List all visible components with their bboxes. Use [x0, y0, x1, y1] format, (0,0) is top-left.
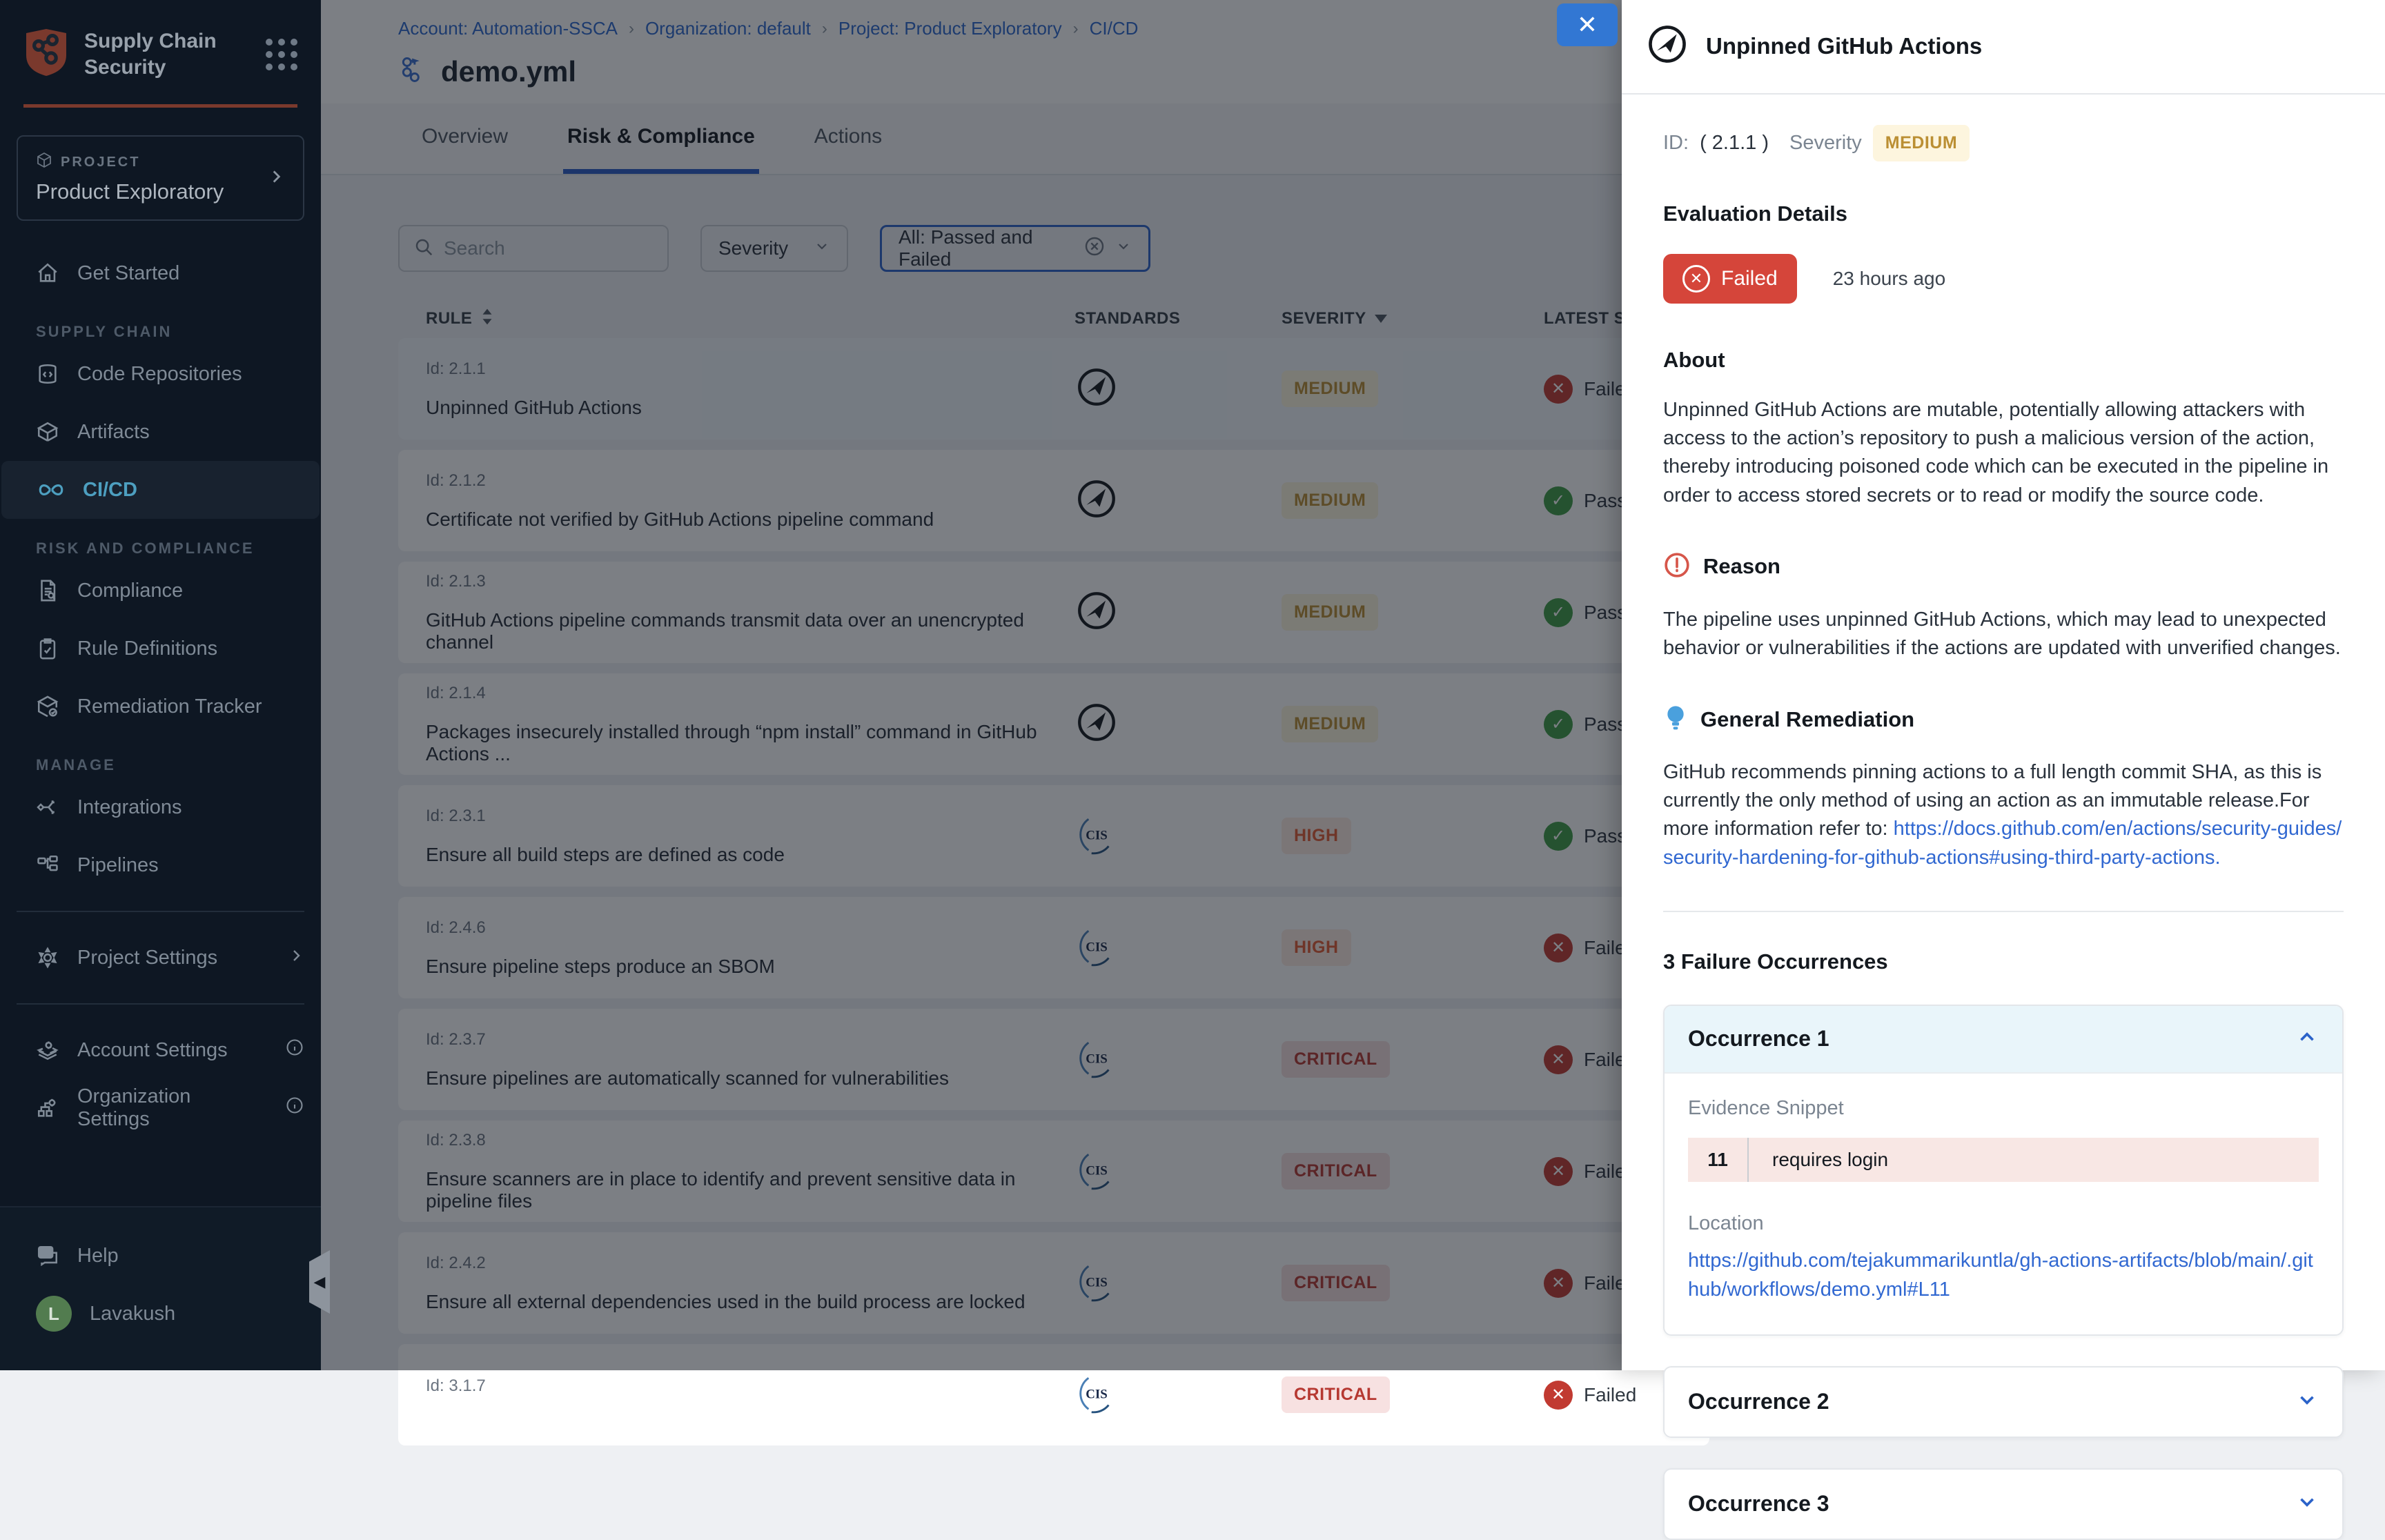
sidebar-item-compliance[interactable]: Compliance	[0, 562, 321, 620]
app-title: Supply Chain Security	[84, 28, 251, 80]
evidence-text: requires login	[1749, 1149, 1888, 1171]
remediation-text: GitHub recommends pinning actions to a f…	[1663, 758, 2344, 872]
chevron-up-icon[interactable]	[2295, 1025, 2319, 1052]
id-value: ( 2.1.1 )	[1700, 132, 1769, 155]
sidebar-item-label: CI/CD	[83, 479, 137, 502]
svg-text:CIS: CIS	[1086, 1387, 1108, 1401]
failed-icon: ✕	[1544, 1381, 1573, 1410]
sidebar-item-artifacts[interactable]: Artifacts	[0, 403, 321, 461]
evidence-snippet-row: 11 requires login	[1688, 1138, 2319, 1182]
sidebar-section-risk-compliance: RISK AND COMPLIANCE	[36, 540, 321, 557]
sidebar-item-project-settings[interactable]: Project Settings	[0, 929, 321, 987]
supply-chain-shield-logo	[23, 28, 69, 81]
evidence-line-number: 11	[1688, 1138, 1749, 1182]
sidebar-item-label: Rule Definitions	[77, 638, 217, 660]
sidebar-item-label: Get Started	[77, 262, 179, 285]
sidebar-item-label: Compliance	[77, 580, 183, 602]
sidebar-item-help[interactable]: ? Help	[0, 1227, 321, 1285]
sidebar-section-supply-chain: SUPPLY CHAIN	[36, 323, 321, 341]
occurrence-3-card: Occurrence 3	[1663, 1468, 2344, 1540]
sidebar-item-label: Artifacts	[77, 421, 150, 444]
avatar: L	[36, 1296, 72, 1332]
occurrence-2-header[interactable]: Occurrence 2	[1665, 1368, 2342, 1437]
sidebar-item-label: Pipelines	[77, 854, 159, 877]
lightbulb-icon	[1663, 704, 1688, 735]
rule-id-row: ID: ( 2.1.1 ) Severity MEDIUM	[1663, 125, 2344, 161]
sidebar-item-rule-definitions[interactable]: Rule Definitions	[0, 620, 321, 678]
status-label: Failed	[1721, 267, 1778, 290]
sidebar-item-label: Help	[77, 1245, 119, 1267]
project-name: Product Exploratory	[36, 179, 267, 204]
general-remediation-heading: General Remediation	[1700, 707, 1914, 732]
cube-icon	[36, 152, 52, 172]
drawer-title: Unpinned GitHub Actions	[1706, 33, 1982, 59]
module-grid-icon[interactable]	[266, 39, 297, 70]
sidebar-item-organization-settings[interactable]: Organization Settings	[0, 1079, 321, 1137]
reason-heading: Reason	[1703, 554, 1780, 579]
sidebar-divider	[17, 911, 304, 912]
cis-icon: CIS	[1074, 1406, 1119, 1418]
info-icon[interactable]	[285, 1096, 304, 1121]
occurrence-1-header[interactable]: Occurrence 1	[1665, 1006, 2342, 1072]
id-label: ID:	[1663, 132, 1689, 155]
chevron-right-icon	[288, 947, 304, 969]
x-circle-icon: ✕	[1682, 265, 1710, 293]
chevron-down-icon[interactable]	[2295, 1490, 2319, 1517]
severity-badge: CRITICAL	[1282, 1376, 1390, 1413]
sidebar-item-get-started[interactable]: Get Started	[0, 244, 321, 302]
svg-text:?: ?	[43, 1247, 48, 1258]
sidebar-item-label: Remediation Tracker	[77, 695, 262, 718]
sidebar-item-label: Code Repositories	[77, 363, 242, 386]
sidebar-bottom: ? Help L Lavakush	[0, 1206, 321, 1370]
sidebar-item-label: Account Settings	[77, 1039, 228, 1062]
occurrence-3-header[interactable]: Occurrence 3	[1665, 1470, 2342, 1539]
severity-badge: MEDIUM	[1873, 125, 1970, 161]
project-label: PROJECT	[61, 155, 140, 170]
sidebar: Supply Chain Security PROJECT Product Ex…	[0, 0, 321, 1370]
close-icon: ✕	[1577, 12, 1598, 37]
evaluation-details-heading: Evaluation Details	[1663, 201, 2344, 226]
location-link[interactable]: https://github.com/tejakummarikuntla/gh-…	[1688, 1246, 2319, 1304]
user-name: Lavakush	[90, 1303, 175, 1325]
rule-details-drawer: ✕ Unpinned GitHub Actions ID: ( 2.1.1 ) …	[1622, 0, 2385, 1370]
occurrence-1-card: Occurrence 1 Evidence Snippet 11 require…	[1663, 1005, 2344, 1336]
sidebar-divider	[17, 1003, 304, 1005]
about-heading: About	[1663, 348, 2344, 373]
sidebar-item-pipelines[interactable]: Pipelines	[0, 836, 321, 894]
close-drawer-button[interactable]: ✕	[1557, 3, 1618, 46]
occurrence-title: Occurrence 1	[1688, 1026, 1829, 1052]
sidebar-item-code-repositories[interactable]: Code Repositories	[0, 345, 321, 403]
about-text: Unpinned GitHub Actions are mutable, pot…	[1663, 396, 2344, 510]
failed-status-pill: ✕ Failed	[1663, 254, 1797, 304]
evidence-snippet-label: Evidence Snippet	[1688, 1097, 2319, 1120]
drawer-divider	[1663, 911, 2344, 912]
openssf-icon	[1647, 23, 1688, 68]
severity-label: Severity	[1789, 132, 1862, 155]
chevron-right-icon	[267, 168, 285, 189]
reason-text: The pipeline uses unpinned GitHub Action…	[1663, 606, 2344, 662]
location-label: Location	[1688, 1212, 2319, 1235]
project-selector[interactable]: PROJECT Product Exploratory	[17, 135, 304, 221]
rule-id: Id: 3.1.7	[426, 1376, 1074, 1396]
sidebar-item-remediation-tracker[interactable]: Remediation Tracker	[0, 678, 321, 736]
sidebar-item-label: Project Settings	[77, 947, 217, 969]
modal-dim-overlay	[321, 0, 1622, 1370]
sidebar-section-manage: MANAGE	[36, 756, 321, 774]
evaluated-timestamp: 23 hours ago	[1833, 268, 1945, 290]
sidebar-item-account-settings[interactable]: Account Settings	[0, 1021, 321, 1079]
failure-occurrences-heading: 3 Failure Occurrences	[1663, 949, 2344, 974]
sidebar-item-integrations[interactable]: Integrations	[0, 778, 321, 836]
alert-circle-icon	[1663, 551, 1691, 582]
occurrence-title: Occurrence 2	[1688, 1389, 1829, 1414]
chevron-down-icon[interactable]	[2295, 1388, 2319, 1415]
app-header: Supply Chain Security	[23, 0, 297, 108]
sidebar-item-label: Organization Settings	[77, 1085, 249, 1131]
sidebar-item-cicd[interactable]: CI/CD	[1, 461, 320, 519]
occurrence-title: Occurrence 3	[1688, 1491, 1829, 1517]
occurrence-2-card: Occurrence 2	[1663, 1366, 2344, 1438]
sidebar-item-label: Integrations	[77, 796, 182, 819]
user-menu[interactable]: L Lavakush	[0, 1285, 321, 1343]
info-icon[interactable]	[285, 1038, 304, 1063]
